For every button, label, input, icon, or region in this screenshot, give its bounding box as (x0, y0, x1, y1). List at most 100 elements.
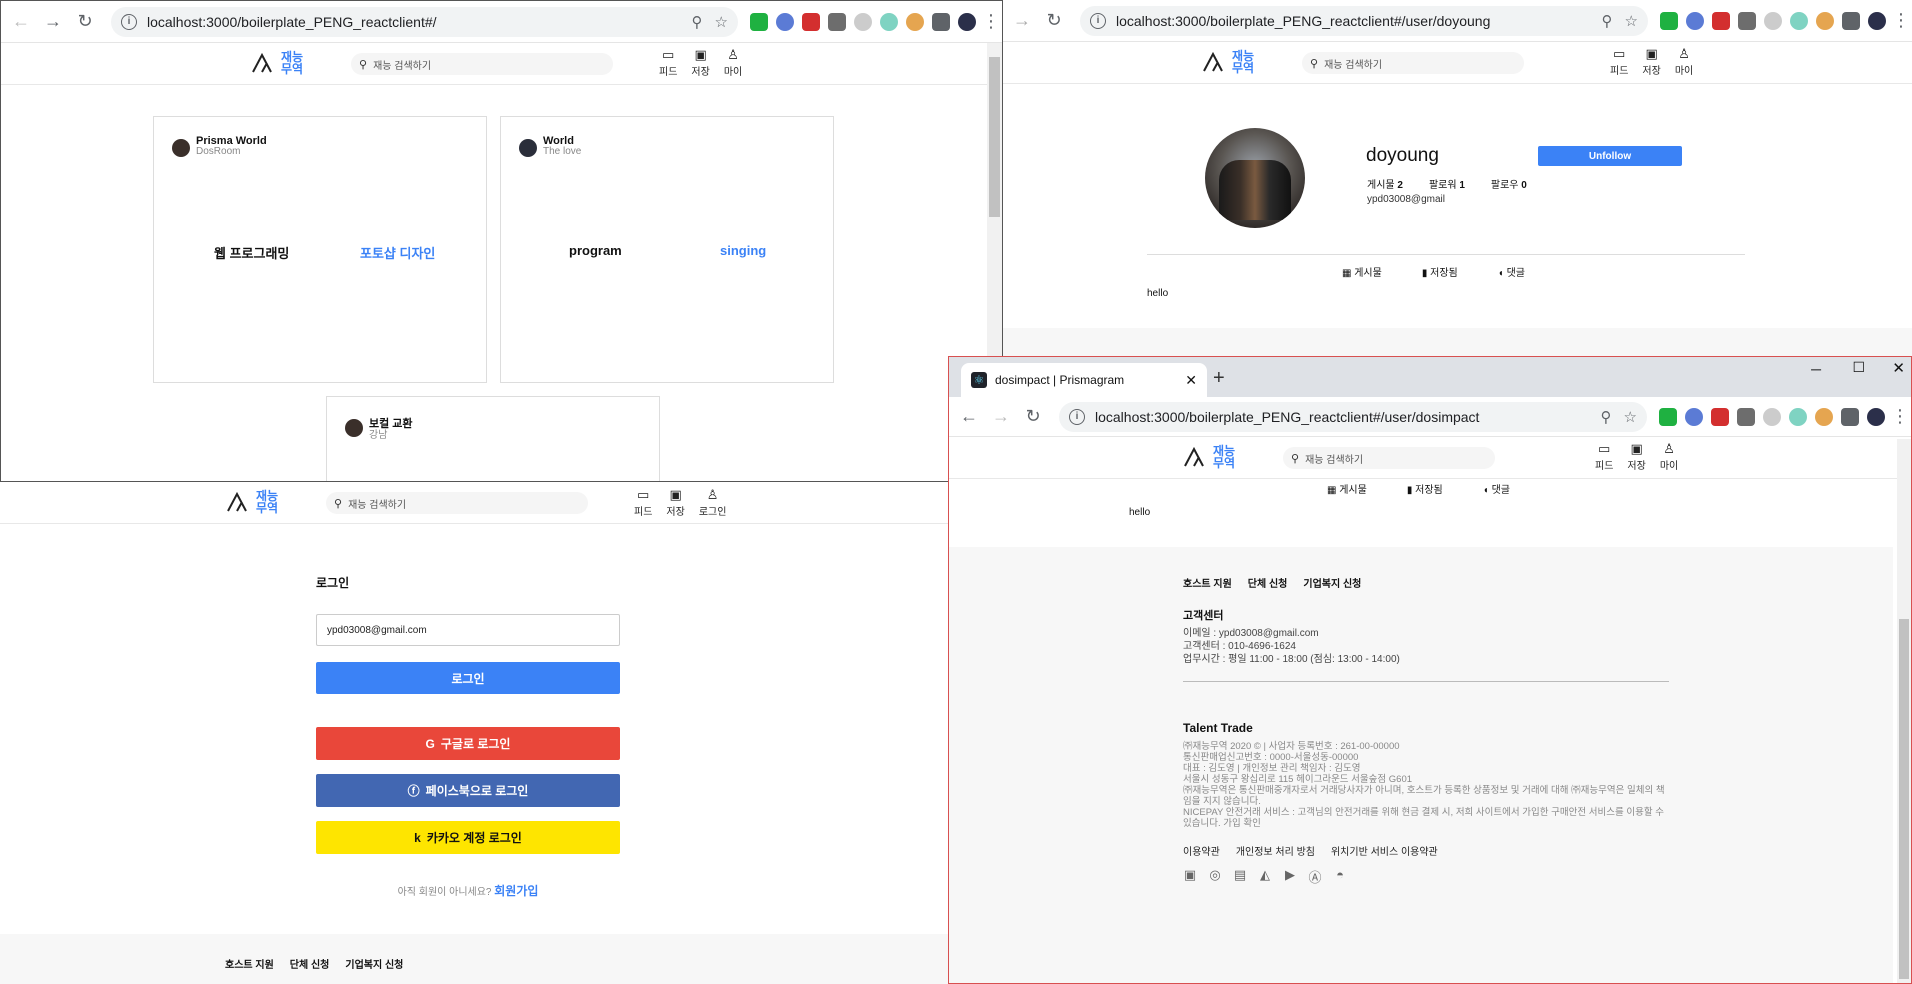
address-bar[interactable]: i localhost:3000/boilerplate_PENG_reactc… (111, 6, 738, 37)
policy-link[interactable]: 이용약관 (1183, 843, 1220, 858)
scrollbar[interactable] (1897, 439, 1911, 983)
facebook-login-button[interactable]: ⓕ 페이스북으로 로그인 (316, 774, 620, 807)
footer-link[interactable]: 호스트 지원 (1183, 575, 1232, 590)
nav-saved[interactable]: ▣ 저장 (691, 47, 709, 78)
android-icon[interactable]: ◓ (1333, 867, 1347, 882)
star-icon[interactable]: ☆ (1624, 408, 1637, 426)
post-card[interactable]: World The love program singing (500, 116, 834, 383)
browser-tab[interactable]: ⚛ dosimpact | Prismagram ✕ (961, 363, 1207, 397)
extension-icon[interactable] (1790, 11, 1808, 30)
facebook-icon[interactable]: ▣ (1183, 867, 1197, 882)
email-field[interactable]: ypd03008@gmail.com (316, 614, 620, 646)
reload-icon[interactable]: ↻ (1040, 7, 1068, 35)
profile-avatar[interactable] (1867, 407, 1885, 426)
footer-link[interactable]: 호스트 지원 (225, 956, 274, 971)
back-icon[interactable]: ← (955, 403, 983, 431)
google-login-button[interactable]: G 구글로 로그인 (316, 727, 620, 760)
tab-comments[interactable]: ◖ 댓글 (1483, 481, 1510, 496)
reload-icon[interactable]: ↻ (71, 8, 99, 36)
extension-icon[interactable] (1763, 407, 1781, 426)
extension-icon[interactable] (1815, 407, 1833, 426)
nav-feed[interactable]: ▭ 피드 (659, 47, 677, 78)
extension-icon[interactable] (1712, 11, 1730, 30)
search-input[interactable]: ⚲ 재능 검색하기 (326, 492, 588, 514)
close-window-icon[interactable]: ✕ (1892, 359, 1905, 377)
puzzle-icon[interactable] (1841, 407, 1859, 426)
appstore-icon[interactable]: Ⓐ (1308, 867, 1322, 885)
adblock-extension-icon[interactable] (1660, 11, 1678, 30)
search-input[interactable]: ⚲ 재능 검색하기 (1283, 447, 1495, 469)
info-icon[interactable]: i (1069, 408, 1085, 425)
extension-icon[interactable] (1686, 11, 1704, 30)
address-bar[interactable]: i localhost:3000/boilerplate_PENG_reactc… (1059, 401, 1647, 432)
twitch-icon[interactable]: ▤ (1233, 867, 1247, 882)
nav-feed[interactable]: ▭ 피드 (1595, 441, 1613, 472)
search-input[interactable]: ⚲ 재능 검색하기 (1302, 52, 1524, 74)
nav-saved[interactable]: ▣ 저장 (1627, 441, 1645, 472)
nav-my[interactable]: ♙ 마이 (1675, 46, 1693, 77)
footer-link[interactable]: 단체 신청 (290, 956, 330, 971)
nav-saved[interactable]: ▣ 저장 (666, 487, 684, 518)
youtube-icon[interactable]: ▶ (1283, 867, 1297, 882)
forward-icon[interactable]: → (987, 403, 1015, 431)
menu-icon[interactable]: ⋮ (1891, 406, 1909, 427)
post-card[interactable]: Prisma World DosRoom 웹 프로그래밍 포토샵 디자인 (153, 116, 487, 383)
extension-icon[interactable] (906, 12, 924, 31)
reload-icon[interactable]: ↻ (1019, 403, 1047, 431)
adblock-extension-icon[interactable] (1659, 407, 1677, 426)
extension-icon[interactable] (1711, 407, 1729, 426)
tab-saved[interactable]: ▮ 저장됨 (1407, 481, 1443, 496)
nav-saved[interactable]: ▣ 저장 (1642, 46, 1660, 77)
logo[interactable]: 재능 무역 (1183, 445, 1235, 469)
extension-icon[interactable] (854, 12, 872, 31)
extension-icon[interactable] (1685, 407, 1703, 426)
maximize-icon[interactable]: ☐ (1852, 359, 1865, 376)
forward-icon[interactable]: → (39, 8, 67, 36)
stat-following[interactable]: 팔로우 0 (1491, 176, 1527, 191)
unfollow-button[interactable]: Unfollow (1538, 146, 1682, 166)
login-button[interactable]: 로그인 (316, 662, 620, 694)
logo[interactable]: 재능 무역 (1202, 50, 1254, 74)
post-card[interactable]: 보컬 교환 강남 (326, 396, 660, 481)
tab-saved[interactable]: ▮ 저장됨 (1422, 264, 1458, 279)
zoom-icon[interactable]: ⚲ (692, 13, 703, 31)
extension-icon[interactable] (1789, 407, 1807, 426)
minimize-icon[interactable]: ─ (1811, 361, 1821, 377)
profile-avatar[interactable] (958, 12, 976, 31)
back-icon[interactable]: ← (7, 8, 35, 36)
info-icon[interactable]: i (1090, 12, 1106, 29)
twitter-icon[interactable]: ◭ (1258, 867, 1272, 882)
extension-icon[interactable] (1738, 11, 1756, 30)
stat-followers[interactable]: 팔로워 1 (1429, 176, 1465, 191)
star-icon[interactable]: ☆ (1625, 12, 1638, 30)
zoom-icon[interactable]: ⚲ (1601, 408, 1612, 426)
search-input[interactable]: ⚲ 재능 검색하기 (351, 53, 613, 75)
address-bar[interactable]: i localhost:3000/boilerplate_PENG_reactc… (1080, 5, 1648, 36)
tab-posts[interactable]: ▦ 게시물 (1327, 481, 1367, 496)
extension-icon[interactable] (802, 12, 820, 31)
profile-avatar[interactable] (1868, 11, 1886, 30)
nav-login[interactable]: ♙ 로그인 (699, 487, 727, 518)
footer-link[interactable]: 단체 신청 (1248, 575, 1288, 590)
menu-icon[interactable]: ⋮ (982, 11, 1000, 32)
puzzle-icon[interactable] (932, 12, 950, 31)
menu-icon[interactable]: ⋮ (1892, 10, 1910, 31)
zoom-icon[interactable]: ⚲ (1602, 12, 1613, 30)
extension-icon[interactable] (1816, 11, 1834, 30)
scrollbar-thumb[interactable] (989, 57, 1000, 217)
info-icon[interactable]: i (121, 13, 137, 30)
nav-feed[interactable]: ▭ 피드 (1610, 46, 1628, 77)
tab-comments[interactable]: ◖ 댓글 (1498, 264, 1525, 279)
star-icon[interactable]: ☆ (715, 13, 728, 31)
puzzle-icon[interactable] (1842, 11, 1860, 30)
extension-icon[interactable] (776, 12, 794, 31)
logo[interactable]: 재능 무역 (251, 51, 303, 75)
nav-my[interactable]: ♙ 마이 (1660, 441, 1678, 472)
forward-icon[interactable]: → (1008, 7, 1036, 35)
extension-icon[interactable] (828, 12, 846, 31)
scrollbar-thumb[interactable] (1899, 619, 1909, 979)
logo[interactable]: 재능 무역 (226, 490, 278, 514)
kakao-login-button[interactable]: k 카카오 계정 로그인 (316, 821, 620, 854)
tab-posts[interactable]: ▦ 게시물 (1342, 264, 1382, 279)
extension-icon[interactable] (880, 12, 898, 31)
